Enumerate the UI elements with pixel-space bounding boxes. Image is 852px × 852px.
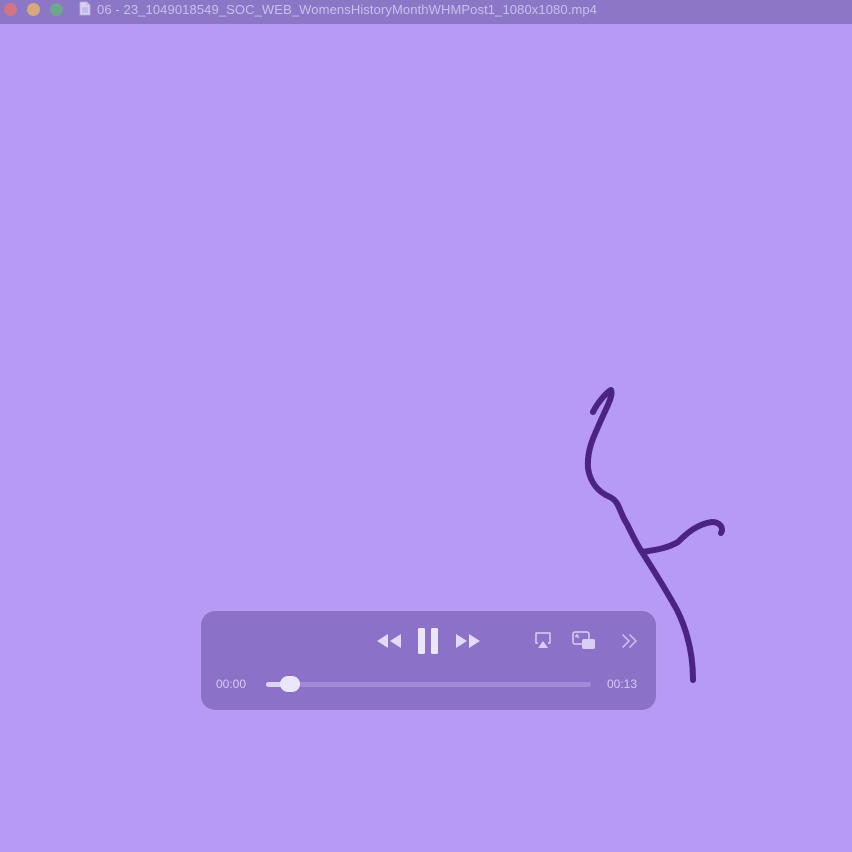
chevron-double-right-icon: [622, 634, 637, 648]
rewind-icon: [377, 634, 401, 648]
rewind-button[interactable]: [376, 633, 402, 649]
picture-in-picture-button[interactable]: [572, 631, 596, 650]
fast-forward-icon: [456, 634, 480, 648]
airplay-icon: [535, 632, 551, 648]
video-frame-drawing: [584, 387, 725, 683]
current-time: 00:00: [216, 677, 247, 691]
player-window: 06 - 23_1049018549_SOC_WEB_WomensHistory…: [0, 0, 852, 852]
scrubber-handle[interactable]: [280, 676, 301, 692]
pause-icon: [418, 628, 438, 654]
scrubber-track[interactable]: [266, 676, 591, 692]
more-options-button[interactable]: [621, 632, 639, 650]
pause-button[interactable]: [417, 627, 439, 655]
picture-in-picture-icon: [572, 631, 595, 649]
total-time: 00:13: [607, 677, 638, 691]
airplay-button[interactable]: [534, 631, 552, 649]
fast-forward-button[interactable]: [455, 633, 481, 649]
playback-controls: 00:00 00:13: [201, 611, 656, 710]
